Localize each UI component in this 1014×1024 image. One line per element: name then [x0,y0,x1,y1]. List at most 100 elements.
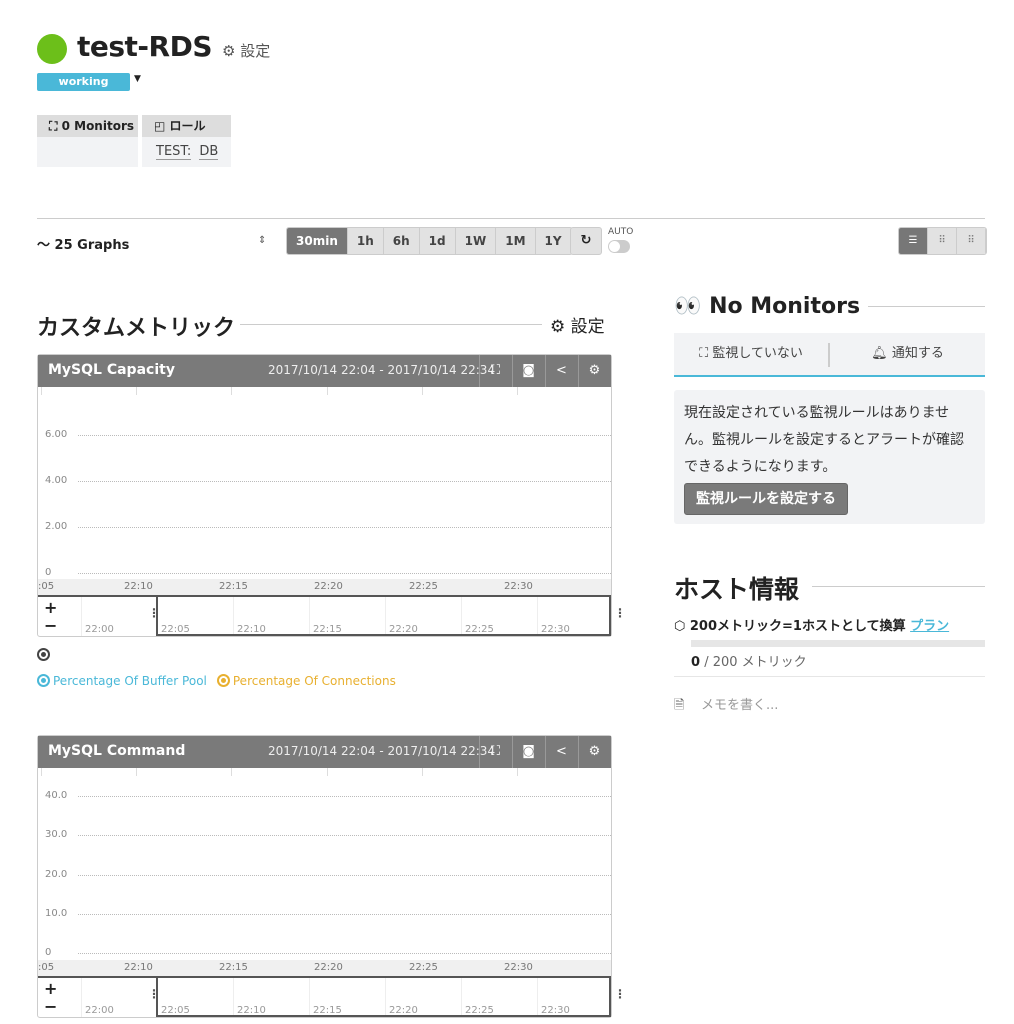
memo-field[interactable]: 🗎 メモを書く... [674,694,778,718]
range-button-1W[interactable]: 1W [455,228,497,254]
graph-time-range: 2017/10/14 22:04 - 2017/10/14 22:34 [268,363,496,377]
status-badge[interactable]: working [37,73,130,91]
nav-gridline [81,596,82,636]
gridline [78,573,611,574]
legend-item[interactable]: Percentage Of Connections [216,674,396,688]
graph-header: MySQL Command 2017/10/14 22:04 - 2017/10/… [38,736,611,768]
gridline [78,913,611,915]
cube-icon: ⬡ [674,619,686,634]
custom-metrics-title: カスタムメトリック [37,316,236,341]
range-button-6h[interactable]: 6h [383,228,420,254]
x-tick-mark [327,387,328,395]
sort-select[interactable]: ⇕ [258,235,266,246]
nav-selection[interactable] [156,595,611,636]
gear-button[interactable]: ⚙ [578,736,610,768]
layout-dense-grid-button[interactable]: ⠿ [957,228,986,254]
zoom-in-button[interactable]: + [44,979,57,998]
x-tick-label: 22:15 [219,962,248,973]
y-tick-label: 4.00 [45,475,68,486]
role-link[interactable]: DB [199,144,219,160]
nav-left-handle[interactable]: ⋮ [148,606,160,620]
fullscreen-button[interactable]: ⛶ [479,355,511,387]
nav-edge [38,976,156,978]
x-tick-mark [422,387,423,395]
nav-selection[interactable] [156,976,611,1017]
share-button[interactable]: < [545,355,577,387]
y-tick-label: 20.0 [45,868,68,880]
auto-refresh-toggle[interactable] [608,240,630,253]
x-tick-mark [41,387,42,395]
zoom-out-button[interactable]: − [44,616,57,635]
x-axis: :05 22:10 22:15 22:20 22:25 22:30 [38,960,611,977]
range-button-1h[interactable]: 1h [347,228,384,254]
section-line [868,306,985,307]
graph-panel: MySQL Command 2017/10/14 22:04 - 2017/10/… [37,735,626,1018]
gridline [78,435,611,436]
x-tick-label: 22:10 [124,962,153,973]
graph-title[interactable]: MySQL Command [48,743,185,759]
y-tick-label: 30.0 [45,829,68,841]
range-button-1Y[interactable]: 1Y [535,228,572,254]
x-axis: :05 22:10 22:15 22:20 22:25 22:30 [38,579,611,596]
nav-right-handle[interactable]: ⋮ [614,606,626,620]
x-tick-mark [41,768,42,776]
x-tick-mark [136,768,137,776]
role-service-link[interactable]: TEST: [156,144,192,160]
x-tick-mark [422,768,423,776]
x-tick-label: 22:30 [504,962,533,973]
layout-list-button[interactable]: ☰ [899,228,928,254]
x-tick-mark [231,387,232,395]
legend-item[interactable]: Percentage Of Buffer Pool [37,674,207,688]
x-tick-mark [327,768,328,776]
graph-title[interactable]: MySQL Capacity [48,362,175,378]
x-tick-mark [517,768,518,776]
y-tick-label: 40.0 [45,790,68,801]
range-button-1M[interactable]: 1M [496,228,536,254]
camera-icon: ◙ [522,744,535,759]
camera-icon: ◙ [522,363,535,378]
no-monitors-message: 現在設定されている監視ルールはありません。監視ルールを設定するとアラートが確認で… [684,405,964,475]
gridline [78,835,611,837]
custom-metrics-settings-link[interactable]: ⚙ 設定 [550,312,605,337]
nav-left-handle[interactable]: ⋮ [148,987,160,1001]
graph-plot-area: 6.00 4.00 2.00 0 [38,387,611,579]
gridline [78,796,611,797]
x-tick-label: 22:20 [314,962,343,973]
auto-label: AUTO [608,227,634,237]
layout-grid-button[interactable]: ⠿ [928,228,957,254]
metric-usage-text: 0 / 200 メトリック [691,655,807,670]
nav-gridline [81,977,82,1017]
y-tick-label: 0 [45,567,52,578]
zoom-in-button[interactable]: + [44,598,57,617]
refresh-button[interactable]: ↻ [570,227,602,255]
zoom-out-button[interactable]: − [44,997,57,1016]
graph-navigator[interactable]: + −22:00 22:05 22:10 22:15 22:20 22:25 22:30 ⋮ ⋮ [38,976,626,1017]
set-monitor-rule-button[interactable]: 監視ルールを設定する [684,483,848,515]
range-button-30min[interactable]: 30min [287,228,348,254]
share-button[interactable]: < [545,736,577,768]
x-tick-label: 22:10 [124,581,153,592]
tab-notify[interactable]: 🔔︎ 通知する [830,333,985,375]
nav-right-handle[interactable]: ⋮ [614,987,626,1001]
x-tick-label: 22:20 [314,581,343,592]
status-dropdown-caret-icon[interactable]: ▼ [134,74,141,84]
camera-button[interactable]: ◙ [512,355,544,387]
fullscreen-icon: ⛶ [490,744,501,759]
x-tick-mark [517,387,518,395]
toggle-all-series-icon[interactable] [37,648,50,661]
graph-header: MySQL Capacity 2017/10/14 22:04 - 2017/10… [38,355,611,387]
graphs-count: 〜 25 Graphs [37,238,130,253]
fullscreen-button[interactable]: ⛶ [479,736,511,768]
gear-button[interactable]: ⚙ [578,355,610,387]
host-settings-link[interactable]: ⚙ 設定 [222,40,270,61]
plan-link[interactable]: プラン [910,619,949,634]
graph-navigator[interactable]: + −22:00 22:05 22:10 22:15 22:20 22:25 22:30 ⋮ ⋮ [38,595,626,636]
section-line [812,586,985,587]
metric-usage-bar [691,640,985,647]
camera-button[interactable]: ◙ [512,736,544,768]
x-tick-label: 22:30 [504,581,533,592]
layout-switcher: ☰ ⠿ ⠿ [898,227,987,255]
roles-icon: ◰ [154,119,166,133]
tab-unmonitored[interactable]: ⛶ 監視していない [674,333,828,375]
range-button-1d[interactable]: 1d [419,228,456,254]
